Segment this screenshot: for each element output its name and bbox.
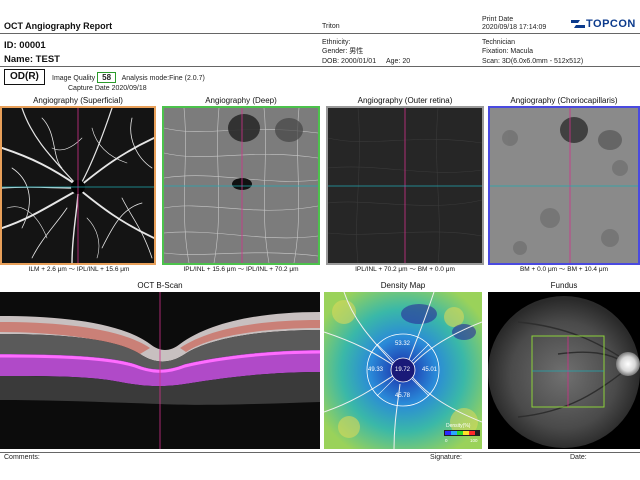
- age: Age: 20: [386, 58, 411, 65]
- angio-image-outer-retina[interactable]: [326, 106, 484, 265]
- topcon-logo-icon: [571, 20, 585, 28]
- eye-label: OD(R): [4, 69, 45, 85]
- footer-divider: [0, 452, 640, 453]
- signature-label: Signature:: [430, 454, 462, 461]
- angio-range-choriocapillaris: BM + 0.0 μm 〜 BM + 10.4 μm: [519, 266, 609, 273]
- angio-image-choriocapillaris[interactable]: [488, 106, 640, 265]
- technician: Technician: [482, 39, 516, 46]
- angio-image-superficial[interactable]: [0, 106, 156, 265]
- ethnicity: Ethnicity:: [322, 39, 351, 46]
- image-quality-value: 58: [97, 72, 117, 83]
- angio-image-deep[interactable]: [162, 106, 320, 265]
- device-name: Triton: [322, 23, 340, 30]
- topcon-logo: TOPCON: [586, 18, 636, 30]
- density-value-bottom: 45.78: [395, 393, 411, 399]
- density-value-center: 19.72: [395, 367, 411, 373]
- header-divider-mid: [0, 66, 640, 67]
- print-date: 2020/09/18 17:14:09: [482, 24, 547, 31]
- density-legend-min: 0: [445, 438, 448, 443]
- image-quality-label: Image Quality: [52, 75, 96, 82]
- patient-name: Name: TEST: [4, 54, 60, 65]
- angio-title-choriocapillaris: Angiography (Choriocapillaris): [510, 96, 618, 105]
- density-map-image[interactable]: 53.32 49.33 19.72 45.01 45.78 Density(%)…: [324, 292, 482, 449]
- fixation: Fixation: Macula: [482, 48, 533, 55]
- print-date-label: Print Date: [482, 16, 514, 23]
- density-value-left: 49.33: [368, 367, 384, 373]
- fundus-title: Fundus: [550, 281, 578, 290]
- scan-protocol: Scan: 3D(6.0x6.0mm - 512x512): [482, 58, 584, 65]
- density-value-top: 53.32: [395, 341, 411, 347]
- header-divider-top: [0, 33, 640, 34]
- oct-bscan-image[interactable]: [0, 292, 320, 449]
- density-legend-label: Density(%): [446, 423, 471, 429]
- date-of-birth: DOB: 2000/01/01: [322, 58, 377, 65]
- fundus-image[interactable]: [488, 292, 640, 449]
- angio-range-superficial: ILM + 2.6 μm 〜 IPL/INL + 15.6 μm: [28, 266, 130, 273]
- angio-title-superficial: Angiography (Superficial): [33, 96, 123, 105]
- density-legend-max: 100: [470, 438, 478, 443]
- image-quality-row: Image Quality 58 Analysis mode:Fine (2.0…: [52, 72, 205, 83]
- capture-date: Capture Date 2020/09/18: [68, 85, 147, 92]
- angio-title-outer-retina: Angiography (Outer retina): [357, 96, 453, 105]
- angio-range-outer-retina: IPL/INL + 70.2 μm 〜 BM + 0.0 μm: [355, 266, 455, 273]
- analysis-mode: Analysis mode:Fine (2.0.7): [121, 75, 205, 82]
- patient-id: ID: 00001: [4, 40, 46, 51]
- report-title: OCT Angiography Report: [4, 21, 113, 31]
- comments-label: Comments:: [4, 454, 40, 461]
- density-value-right: 45.01: [422, 367, 438, 373]
- date-label: Date:: [570, 454, 587, 461]
- angio-range-deep: IPL/INL + 15.6 μm 〜 IPL/INL + 70.2 μm: [183, 266, 299, 273]
- bscan-title: OCT B-Scan: [137, 281, 183, 290]
- angio-title-deep: Angiography (Deep): [205, 96, 277, 105]
- gender: Gender: 男性: [322, 48, 364, 55]
- density-map-title: Density Map: [380, 281, 426, 290]
